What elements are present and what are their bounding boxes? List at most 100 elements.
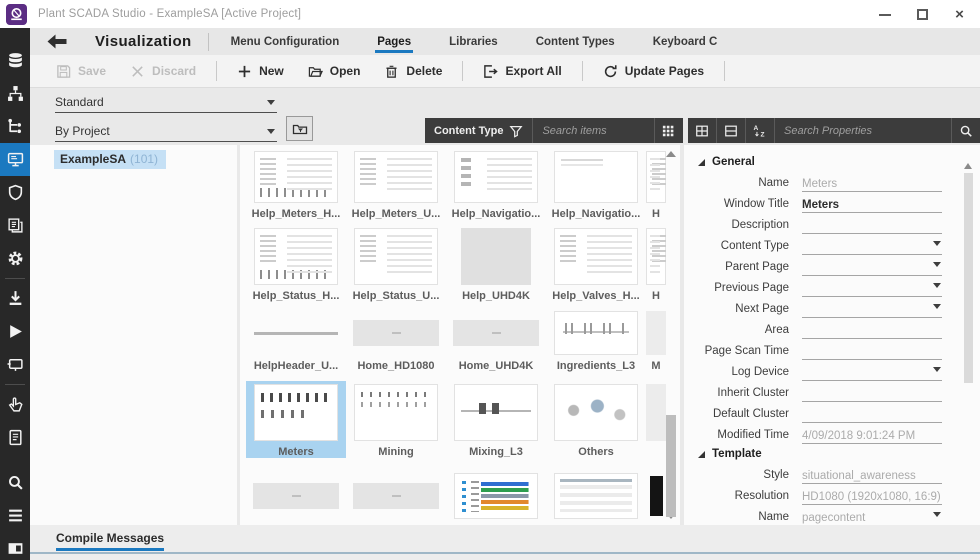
content-type-field[interactable] xyxy=(802,236,942,255)
page-thumbnail-help-status-h[interactable]: Help_Status_H... xyxy=(246,225,346,302)
page-thumbnail-home-uhd4k[interactable]: Home_UHD4K xyxy=(446,308,546,372)
page-thumbnail-h[interactable]: H xyxy=(646,225,666,302)
sidebar-item-panel[interactable] xyxy=(0,532,30,560)
panel-icon xyxy=(7,540,24,557)
new-button[interactable]: New xyxy=(225,60,296,83)
page-thumbnail[interactable] xyxy=(646,470,666,525)
tile-view-icon[interactable] xyxy=(688,118,717,143)
sidebar-divider xyxy=(5,384,25,385)
content-type-filter-button[interactable]: Content Type xyxy=(425,118,533,143)
delete-button[interactable]: Delete xyxy=(372,60,454,83)
close-button[interactable]: × xyxy=(953,8,966,21)
tab-pages[interactable]: Pages xyxy=(377,28,411,55)
chevron-down-icon[interactable] xyxy=(933,304,941,309)
page-thumbnail-h[interactable]: H xyxy=(646,148,666,220)
sidebar-item-play[interactable] xyxy=(0,315,30,348)
page-thumbnail-test-hd1080[interactable]: Test_HD1080 xyxy=(246,470,346,525)
sidebar-item-list[interactable] xyxy=(0,499,30,532)
sidebar-item-download[interactable] xyxy=(0,282,30,315)
sidebar-item-shield[interactable] xyxy=(0,176,30,209)
section-header-general[interactable]: General xyxy=(684,153,980,172)
chevron-down-icon[interactable] xyxy=(933,241,941,246)
tab-keyboard-c[interactable]: Keyboard C xyxy=(653,28,718,55)
update-pages-button[interactable]: Update Pages xyxy=(591,60,716,83)
page-thumbnail-valves[interactable]: Valves xyxy=(546,470,646,525)
tree-item-examplesa[interactable]: ExampleSA(101) xyxy=(54,150,166,169)
name-field[interactable]: Meters xyxy=(802,173,942,192)
sidebar-item-database[interactable] xyxy=(0,44,30,77)
sidebar-item-deploy[interactable] xyxy=(0,348,30,381)
tab-menu-configuration[interactable]: Menu Configuration xyxy=(231,28,340,55)
page-label: Others xyxy=(546,446,646,458)
chevron-down-icon[interactable] xyxy=(933,512,941,517)
page-thumbnail-mixing-l3[interactable]: Mixing_L3 xyxy=(446,381,546,458)
style-field[interactable]: situational_awareness xyxy=(802,465,942,484)
sidebar-item-topology[interactable] xyxy=(0,77,30,110)
page-thumbnail-helpheader-u[interactable]: HelpHeader_U... xyxy=(246,308,346,372)
log-device-field[interactable] xyxy=(802,362,942,381)
sort-az-icon[interactable]: AZ xyxy=(746,118,775,143)
area-field[interactable] xyxy=(802,320,942,339)
page-thumbnail-help-valves-h[interactable]: Help_Valves_H... xyxy=(546,225,646,302)
sidebar-item-document[interactable] xyxy=(0,421,30,454)
inherit-cluster-field[interactable] xyxy=(802,383,942,402)
window-title-field[interactable]: Meters xyxy=(802,194,942,213)
resolution-field[interactable]: HD1080 (1920x1080, 16:9) xyxy=(802,486,942,505)
properties-scrollbar-thumb[interactable] xyxy=(964,173,973,383)
page-thumbnail-help-uhd4k[interactable]: Help_UHD4K xyxy=(446,225,546,302)
sidebar-item-search[interactable] xyxy=(0,466,30,499)
sidebar-item-documents[interactable] xyxy=(0,209,30,242)
scroll-up-icon[interactable] xyxy=(666,151,676,157)
next-page-field[interactable] xyxy=(802,299,942,318)
split-view-icon[interactable] xyxy=(717,118,746,143)
name-field[interactable]: pagecontent xyxy=(802,507,942,525)
page-thumbnail-mining[interactable]: Mining xyxy=(346,381,446,458)
grid-view-icon[interactable] xyxy=(655,118,683,143)
page-thumbnail-help-meters-h[interactable]: Help_Meters_H... xyxy=(246,148,346,220)
page-thumbnail-others[interactable]: Others xyxy=(546,381,646,458)
sidebar-item-tree[interactable] xyxy=(0,110,30,143)
maximize-button[interactable] xyxy=(916,8,929,21)
default-cluster-field[interactable] xyxy=(802,404,942,423)
search-items-input[interactable]: Search items xyxy=(533,118,655,143)
sidebar-item-hand-gesture[interactable] xyxy=(0,388,30,421)
search-properties-input[interactable]: Search Properties xyxy=(775,118,952,143)
page-thumbnail-help-navigatio[interactable]: Help_Navigatio... xyxy=(546,148,646,220)
properties-scrollbar[interactable] xyxy=(964,159,973,515)
minimize-button[interactable] xyxy=(879,8,892,21)
previous-page-field[interactable] xyxy=(802,278,942,297)
page-thumbnail[interactable] xyxy=(646,381,666,458)
chevron-down-icon[interactable] xyxy=(933,367,941,372)
sidebar-item-visualization[interactable] xyxy=(0,143,30,176)
search-icon[interactable] xyxy=(952,118,980,143)
sidebar-item-gear[interactable] xyxy=(0,242,30,275)
page-thumbnail-m[interactable]: M xyxy=(646,308,666,372)
tab-libraries[interactable]: Libraries xyxy=(449,28,498,55)
page-thumbnail-help-status-u[interactable]: Help_Status_U... xyxy=(346,225,446,302)
meters-thumbnail xyxy=(254,384,338,441)
section-header-template[interactable]: Template xyxy=(684,445,980,464)
style-dropdown[interactable]: Standard xyxy=(55,92,277,113)
chevron-down-icon[interactable] xyxy=(933,262,941,267)
page-thumbnail-help-meters-u[interactable]: Help_Meters_U... xyxy=(346,148,446,220)
parent-page-field[interactable] xyxy=(802,257,942,276)
folder-filter-button[interactable] xyxy=(286,116,313,141)
compile-messages-tab[interactable]: Compile Messages xyxy=(56,531,164,545)
open-button[interactable]: Open xyxy=(296,60,373,83)
grouping-dropdown[interactable]: By Project xyxy=(55,121,277,142)
page-thumbnail-ingredients-l3[interactable]: Ingredients_L3 xyxy=(546,308,646,372)
page-thumbnail-themeconfig[interactable]: ThemeConfig xyxy=(446,470,546,525)
page-thumbnail-home-hd1080[interactable]: Home_HD1080 xyxy=(346,308,446,372)
chevron-down-icon[interactable] xyxy=(933,283,941,288)
back-button[interactable] xyxy=(46,34,68,49)
scroll-up-icon[interactable] xyxy=(964,163,972,169)
tab-content-types[interactable]: Content Types xyxy=(536,28,615,55)
export-all-button[interactable]: Export All xyxy=(471,60,573,83)
modified-time-field[interactable]: 4/09/2018 9:01:24 PM xyxy=(802,425,942,444)
page-scan-time-field[interactable] xyxy=(802,341,942,360)
page-thumbnail-help-navigatio[interactable]: Help_Navigatio... xyxy=(446,148,546,220)
page-thumbnail-meters[interactable]: Meters xyxy=(246,381,346,458)
page-thumbnail-test-uhd4k[interactable]: Test_UHD4K xyxy=(346,470,446,525)
description-field[interactable] xyxy=(802,215,942,234)
grid-scrollbar-thumb[interactable] xyxy=(666,415,676,517)
